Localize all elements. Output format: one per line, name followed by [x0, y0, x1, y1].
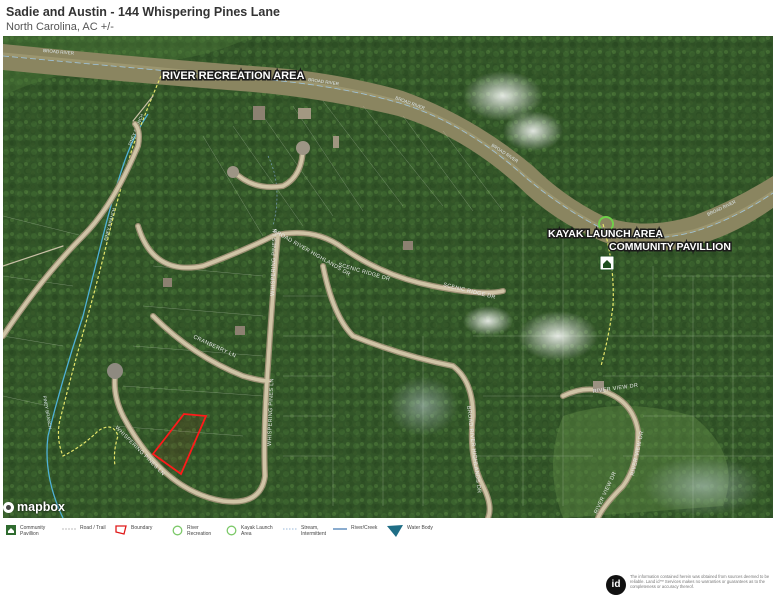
legend-label: Community Pavillion	[20, 525, 46, 537]
river-recreation-label: RIVER RECREATION AREA	[162, 70, 304, 82]
footer: id The information contained herein was …	[606, 573, 772, 597]
map-view[interactable]: BROAD RIVER BROAD RIVER BROAD RIVER BROA…	[3, 36, 773, 518]
pavilion-marker[interactable]	[599, 255, 615, 271]
river-recreation-icon	[172, 525, 183, 536]
legend-label: Road / Trail	[80, 525, 106, 531]
legend-label: Stream, Intermittent	[301, 525, 327, 537]
legend-item: Road / Trail	[62, 525, 106, 533]
water-body-icon	[387, 525, 403, 537]
legend-item: Kayak Launch Area	[226, 525, 275, 537]
legend-item: River/Creek	[333, 525, 377, 533]
boundary-icon	[115, 525, 127, 535]
legend-label: River Recreation	[187, 525, 212, 537]
legend-item: River Recreation	[172, 525, 221, 537]
page-title: Sadie and Austin - 144 Whispering Pines …	[6, 5, 280, 19]
legend-label: River/Creek	[351, 525, 378, 531]
mapbox-logo[interactable]: mapbox	[3, 500, 65, 514]
legend-item: Water Body	[387, 525, 433, 537]
kayak-launch-icon	[226, 525, 237, 536]
stream-intermittent-icon	[283, 528, 297, 530]
landid-logo[interactable]: id	[606, 575, 626, 595]
legend-label: Water Body	[407, 525, 433, 531]
road-trail-icon	[62, 528, 76, 530]
legend-item: Boundary	[115, 525, 152, 535]
page-subtitle: North Carolina, AC +/-	[6, 21, 114, 33]
legend-item: Community Pavillion	[6, 525, 54, 537]
disclaimer-text: The information contained herein was obt…	[630, 574, 770, 589]
community-pavilion-label: COMMUNITY PAVILLION	[609, 241, 731, 253]
mapbox-wordmark: mapbox	[17, 500, 65, 514]
kayak-launch-label: KAYAK LAUNCH AREA	[548, 228, 663, 240]
map-legend: Community Pavillion Road / Trail Boundar…	[0, 521, 776, 547]
map-canvas[interactable]: BROAD RIVER BROAD RIVER BROAD RIVER BROA…	[3, 36, 773, 518]
river-creek-icon	[333, 528, 347, 530]
pavilion-icon	[6, 525, 16, 535]
legend-label: Boundary	[131, 525, 153, 531]
header: Sadie and Austin - 144 Whispering Pines …	[6, 4, 766, 34]
mapbox-icon	[3, 501, 14, 513]
legend-item: Stream, Intermittent	[283, 525, 335, 537]
legend-label: Kayak Launch Area	[241, 525, 273, 537]
